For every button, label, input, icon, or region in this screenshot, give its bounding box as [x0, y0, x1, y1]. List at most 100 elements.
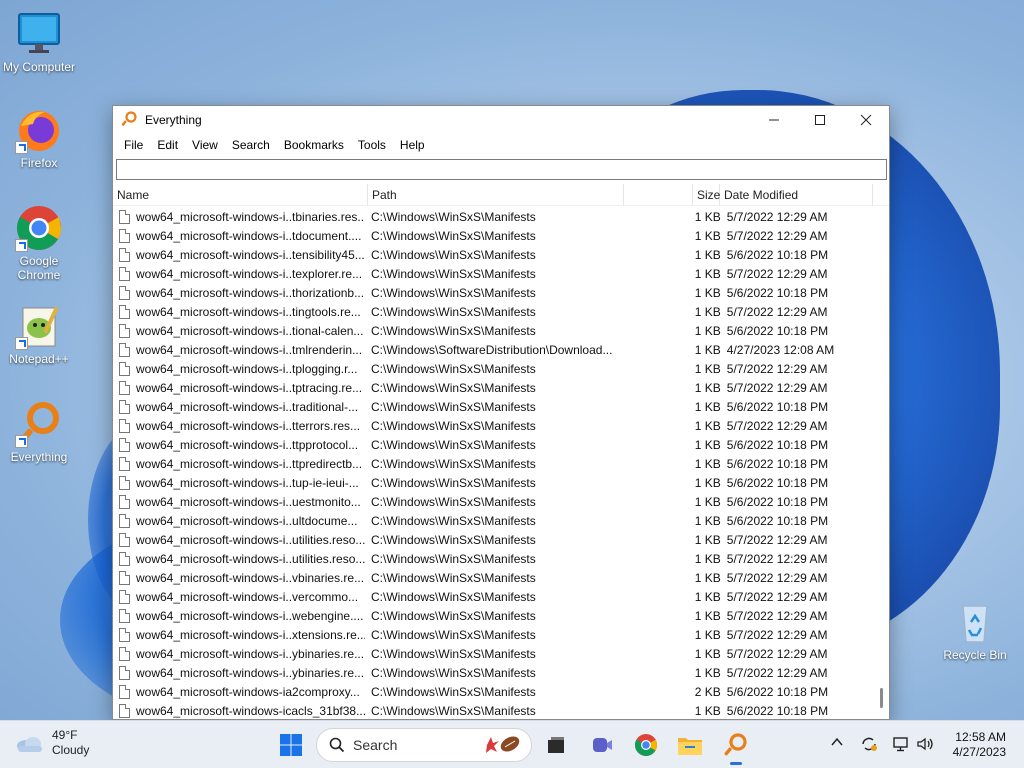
everything-taskbar-button[interactable] — [720, 729, 752, 761]
row-name-cell: wow64_microsoft-windows-i..tdocument.... — [113, 228, 365, 243]
table-row[interactable]: wow64_microsoft-windows-i..tbinaries.res… — [113, 207, 873, 226]
desktop-icon-google-chrome[interactable]: Google Chrome — [0, 204, 78, 282]
table-row[interactable]: wow64_microsoft-windows-i..uestmonito...… — [113, 492, 873, 511]
row-name-cell: wow64_microsoft-windows-i..webengine.... — [113, 608, 365, 623]
vertical-scrollbar[interactable] — [875, 206, 887, 720]
menu-view[interactable]: View — [185, 134, 225, 156]
table-row[interactable]: wow64_microsoft-windows-i..tterrors.res.… — [113, 416, 873, 435]
network-tray-button[interactable] — [892, 735, 910, 756]
search-row — [113, 156, 889, 184]
table-row[interactable]: wow64_microsoft-windows-i..tensibility45… — [113, 245, 873, 264]
taskbar-search-box[interactable]: Search — [316, 728, 532, 762]
table-row[interactable]: wow64_microsoft-windows-i..vercommo... C:… — [113, 587, 873, 606]
desktop-icon-recycle-bin[interactable]: Recycle Bin — [936, 598, 1014, 662]
row-size: 1 KB — [694, 418, 721, 433]
column-header-path[interactable]: Path — [368, 184, 624, 205]
file-icon — [119, 399, 130, 414]
results-list[interactable]: Name Path Size Date Modified wow64_micro… — [113, 184, 889, 720]
weather-widget[interactable]: 49°F Cloudy — [14, 728, 89, 758]
row-name: wow64_microsoft-windows-i..ybinaries.re.… — [136, 665, 365, 680]
minimize-button[interactable] — [751, 106, 797, 134]
row-path: C:\Windows\WinSxS\Manifests — [371, 646, 536, 661]
row-path: C:\Windows\WinSxS\Manifests — [371, 684, 536, 699]
column-header-size[interactable]: Size — [693, 184, 720, 205]
meet-button[interactable] — [586, 729, 618, 761]
row-name: wow64_microsoft-windows-i..vbinaries.re.… — [136, 570, 365, 585]
row-name-cell: wow64_microsoft-windows-i..tplogging.r..… — [113, 361, 365, 376]
file-icon — [119, 209, 130, 224]
table-row[interactable]: wow64_microsoft-windows-i..tmlrenderin..… — [113, 340, 873, 359]
table-row[interactable]: wow64_microsoft-windows-i..tptracing.re.… — [113, 378, 873, 397]
row-path: C:\Windows\WinSxS\Manifests — [371, 627, 536, 642]
row-path: C:\Windows\WinSxS\Manifests — [371, 285, 536, 300]
show-hidden-icons-button[interactable] — [830, 735, 844, 752]
minimize-icon — [769, 119, 779, 121]
maximize-button[interactable] — [797, 106, 843, 134]
row-date-modified: 5/7/2022 12:29 AM — [726, 646, 828, 661]
table-row[interactable]: wow64_microsoft-windows-i..utilities.res… — [113, 549, 873, 568]
table-row[interactable]: wow64_microsoft-windows-i..tingtools.re.… — [113, 302, 873, 321]
volume-tray-button[interactable] — [916, 735, 934, 756]
table-row[interactable]: wow64_microsoft-windows-i..ttpredirectb.… — [113, 454, 873, 473]
row-name-cell: wow64_microsoft-windows-icacls_31bf38... — [113, 703, 365, 718]
table-row[interactable]: wow64_microsoft-windows-icacls_31bf38...… — [113, 701, 873, 720]
table-row[interactable]: wow64_microsoft-windows-i..xtensions.re.… — [113, 625, 873, 644]
menu-tools[interactable]: Tools — [351, 134, 393, 156]
file-icon — [119, 285, 130, 300]
menu-edit[interactable]: Edit — [150, 134, 185, 156]
table-row[interactable]: wow64_microsoft-windows-i..ttpprotocol..… — [113, 435, 873, 454]
table-row[interactable]: wow64_microsoft-windows-i..ybinaries.re.… — [113, 663, 873, 682]
title-bar[interactable]: Everything — [113, 106, 889, 134]
menu-file[interactable]: File — [117, 134, 150, 156]
menu-bookmarks[interactable]: Bookmarks — [277, 134, 351, 156]
menu-help[interactable]: Help — [393, 134, 432, 156]
table-row[interactable]: wow64_microsoft-windows-i..vbinaries.re.… — [113, 568, 873, 587]
table-row[interactable]: wow64_microsoft-windows-i..tdocument....… — [113, 226, 873, 245]
row-size: 1 KB — [694, 627, 721, 642]
update-tray-button[interactable] — [860, 735, 878, 756]
row-path: C:\Windows\WinSxS\Manifests — [371, 361, 536, 376]
table-row[interactable]: wow64_microsoft-windows-i..ybinaries.re.… — [113, 644, 873, 663]
desktop-icon-firefox[interactable]: Firefox — [0, 106, 78, 170]
start-button[interactable] — [275, 729, 307, 761]
chrome-taskbar-button[interactable] — [630, 729, 662, 761]
scrollbar-thumb[interactable] — [880, 688, 883, 708]
table-row[interactable]: wow64_microsoft-windows-i..texplorer.re.… — [113, 264, 873, 283]
column-header-name[interactable]: Name — [113, 184, 368, 205]
table-row[interactable]: wow64_microsoft-windows-i..tional-calen.… — [113, 321, 873, 340]
desktop-icon-notepad-plus-plus[interactable]: Notepad++ — [0, 302, 78, 366]
close-button[interactable] — [843, 106, 889, 134]
task-view-button[interactable] — [540, 729, 572, 761]
table-row[interactable]: wow64_microsoft-windows-i..ultdocume... C… — [113, 511, 873, 530]
table-row[interactable]: wow64_microsoft-windows-i..thorizationb.… — [113, 283, 873, 302]
table-row[interactable]: wow64_microsoft-windows-i..utilities.res… — [113, 530, 873, 549]
weather-temperature: 49°F — [52, 728, 78, 742]
weather-condition: Cloudy — [52, 743, 90, 757]
table-row[interactable]: wow64_microsoft-windows-i..webengine....… — [113, 606, 873, 625]
row-name-cell: wow64_microsoft-windows-i..ultdocume... — [113, 513, 365, 528]
table-row[interactable]: wow64_microsoft-windows-i..tup-ie-ieui-.… — [113, 473, 873, 492]
everything-window[interactable]: Everything File Edit View Search Bookmar… — [112, 105, 890, 720]
column-header-spacer — [624, 184, 693, 205]
firefox-icon — [15, 106, 63, 154]
table-row[interactable]: wow64_microsoft-windows-i..traditional-.… — [113, 397, 873, 416]
desktop-icon-everything[interactable]: Everything — [0, 400, 78, 464]
row-size: 1 KB — [694, 456, 721, 471]
row-date-modified: 5/6/2022 10:18 PM — [726, 684, 829, 699]
system-clock[interactable]: 12:58 AM 4/27/2023 — [953, 730, 1006, 760]
file-explorer-button[interactable] — [674, 729, 706, 761]
everything-magnifier-icon — [15, 400, 63, 448]
task-view-icon — [548, 737, 564, 753]
column-header-date-modified[interactable]: Date Modified — [720, 184, 873, 205]
file-icon — [119, 342, 130, 357]
table-row[interactable]: wow64_microsoft-windows-ia2comproxy... C:… — [113, 682, 873, 701]
search-input[interactable] — [116, 159, 887, 180]
everything-magnifier-icon — [724, 733, 747, 756]
desktop-icon-label: Everything — [10, 450, 68, 464]
row-name-cell: wow64_microsoft-windows-i..utilities.res… — [113, 551, 365, 566]
row-size: 1 KB — [694, 665, 721, 680]
table-row[interactable]: wow64_microsoft-windows-i..tplogging.r..… — [113, 359, 873, 378]
row-date-modified: 5/7/2022 12:29 AM — [726, 570, 828, 585]
menu-search[interactable]: Search — [225, 134, 277, 156]
desktop-icon-my-computer[interactable]: My Computer — [0, 10, 78, 74]
